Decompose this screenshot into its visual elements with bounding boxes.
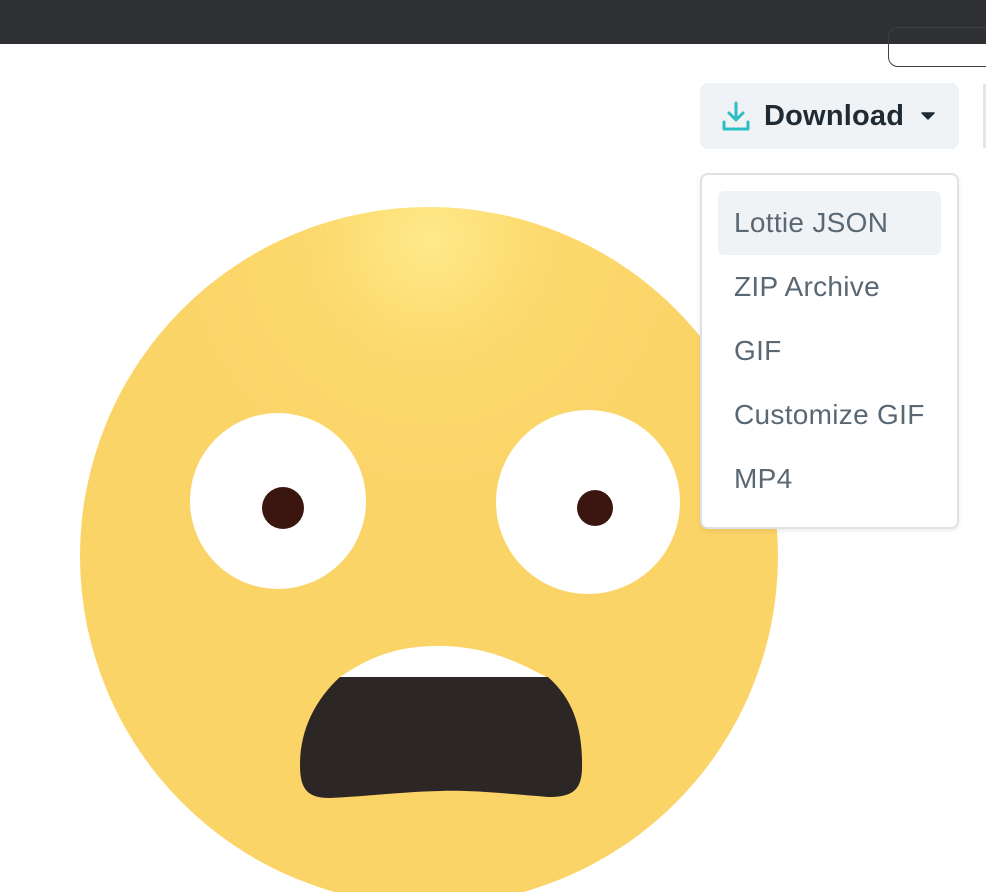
menu-item-label: ZIP Archive: [734, 271, 880, 302]
menu-item-label: Lottie JSON: [734, 207, 889, 238]
page: Download Lottie JSON ZIP Archive GIF Cus…: [0, 0, 986, 892]
menu-item-label: MP4: [734, 463, 793, 494]
caret-down-icon: [921, 112, 935, 120]
download-label: Download: [764, 99, 905, 132]
emoji-mouth: [300, 677, 583, 798]
menu-item-gif[interactable]: GIF: [718, 319, 941, 383]
download-format-menu: Lottie JSON ZIP Archive GIF Customize GI…: [700, 173, 959, 529]
menu-item-zip-archive[interactable]: ZIP Archive: [718, 255, 941, 319]
menu-item-customize-gif[interactable]: Customize GIF: [718, 383, 941, 447]
menu-item-lottie-json[interactable]: Lottie JSON: [718, 191, 941, 255]
emoji-left-pupil: [262, 487, 304, 529]
download-icon: [722, 101, 750, 131]
emoji-right-pupil: [577, 490, 613, 526]
menu-item-mp4[interactable]: MP4: [718, 447, 941, 511]
menu-item-label: Customize GIF: [734, 399, 925, 430]
download-button[interactable]: Download: [700, 83, 959, 149]
menu-item-label: GIF: [734, 335, 782, 366]
